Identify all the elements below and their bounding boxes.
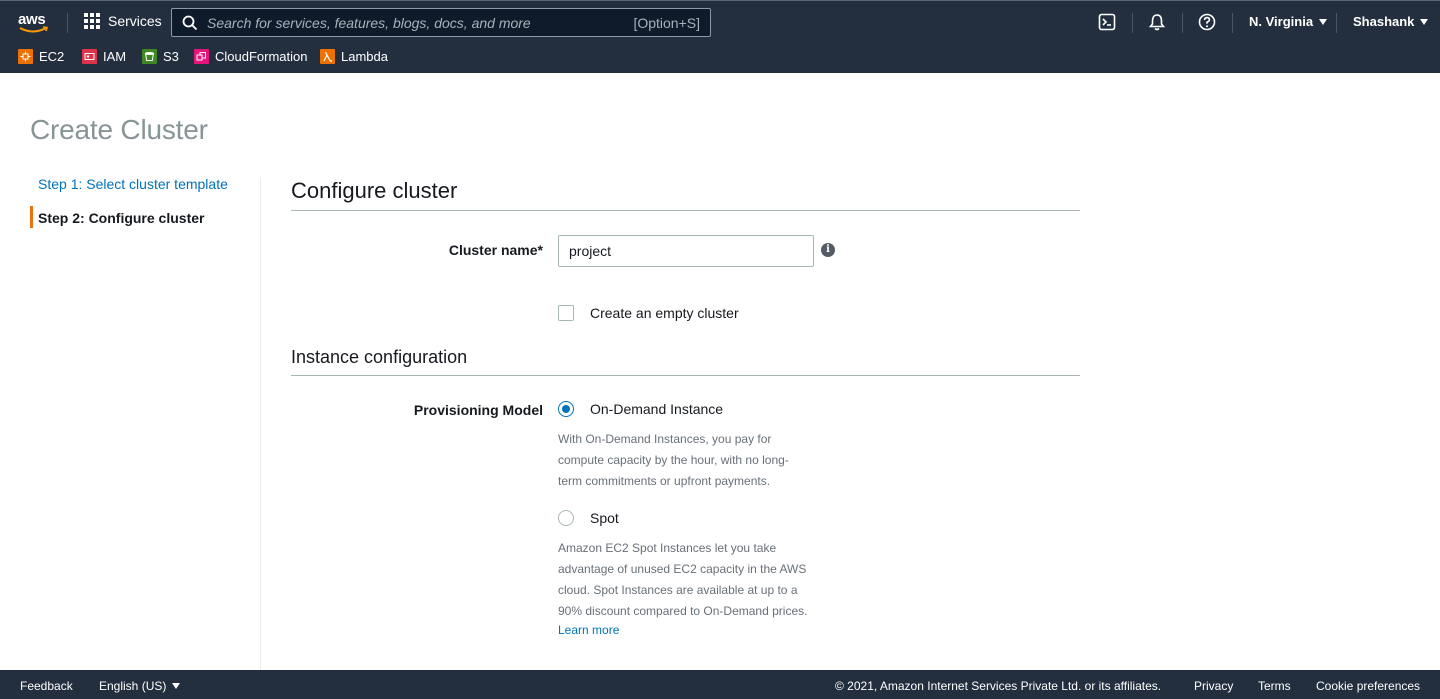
description-line: term commitments or upfront payments. (558, 474, 771, 488)
nav-divider (1132, 13, 1133, 33)
spot-radio[interactable] (558, 510, 574, 526)
favorite-label: CloudFormation (215, 49, 308, 64)
section-title: Instance configuration (291, 347, 468, 367)
provisioning-model-label: Provisioning Model (413, 402, 543, 418)
favorite-s3[interactable]: S3 (142, 49, 179, 64)
search-placeholder: Search for services, features, blogs, do… (207, 15, 531, 31)
caret-down-icon (1420, 19, 1429, 25)
cloudshell-icon[interactable] (1098, 13, 1116, 31)
favorites-bar: EC2 IAM S3 CloudFormation Lambda (0, 43, 1440, 73)
on-demand-label: On-Demand Instance (590, 401, 724, 417)
aws-logo[interactable]: aws (18, 11, 50, 35)
on-demand-description: With On-Demand Instances, you pay for co… (558, 429, 789, 492)
nav-main-row: aws Services Search for services, featur… (0, 1, 1440, 43)
description-line: With On-Demand Instances, you pay for (558, 432, 772, 446)
global-search-input[interactable]: Search for services, features, blogs, do… (171, 8, 711, 37)
description-line: compute capacity by the hour, with no lo… (558, 453, 789, 467)
favorite-label: EC2 (39, 49, 65, 64)
description-line: Amazon EC2 Spot Instances let you take (558, 541, 777, 555)
help-icon[interactable] (1198, 13, 1216, 31)
lambda-icon (320, 49, 335, 64)
cluster-name-label: Cluster name* (448, 242, 543, 258)
user-name: Shashank (1353, 14, 1415, 29)
caret-down-icon (172, 683, 181, 689)
cookie-preferences-link[interactable]: Cookie preferences (1316, 679, 1420, 693)
search-shortcut: [Option+S] (633, 15, 700, 31)
nav-divider (1182, 13, 1183, 33)
aws-smile-icon (19, 26, 49, 33)
nav-divider (67, 13, 68, 33)
learn-more-link[interactable]: Learn more (558, 623, 619, 637)
favorite-label: Lambda (341, 49, 388, 64)
caret-down-icon (1319, 19, 1328, 25)
cloudformation-icon (194, 49, 209, 64)
description-line: 90% discount compared to On-Demand price… (558, 604, 808, 618)
search-icon (182, 15, 198, 31)
region-label: N. Virginia (1249, 14, 1314, 29)
info-icon[interactable]: i (821, 243, 835, 257)
top-navigation: aws Services Search for services, featur… (0, 0, 1440, 73)
grid-menu-icon (84, 13, 100, 29)
account-menu[interactable]: Shashank (1353, 14, 1429, 29)
description-line: cloud. Spot Instances are available at u… (558, 583, 798, 597)
copyright-text: © 2021, Amazon Internet Services Private… (835, 679, 1162, 693)
favorite-label: IAM (103, 49, 127, 64)
favorite-iam[interactable]: IAM (82, 49, 126, 64)
spot-label: Spot (590, 510, 619, 526)
nav-divider (1336, 13, 1337, 33)
favorite-label: S3 (163, 49, 179, 64)
step-1-link[interactable]: Step 1: Select cluster template (30, 172, 260, 206)
region-selector[interactable]: N. Virginia (1249, 14, 1328, 29)
footer: Feedback English (US) © 2021, Amazon Int… (0, 670, 1440, 699)
language-label: English (US) (99, 679, 167, 693)
ec2-icon (18, 49, 33, 64)
cluster-name-input[interactable] (558, 235, 814, 267)
wizard-steps: Step 1: Select cluster template Step 2: … (30, 172, 260, 240)
configure-cluster-section-header: Configure cluster (291, 178, 1080, 211)
iam-icon (82, 49, 97, 64)
section-title: Configure cluster (291, 178, 458, 203)
empty-cluster-label: Create an empty cluster (590, 305, 739, 321)
privacy-link[interactable]: Privacy (1194, 679, 1233, 693)
services-label: Services (108, 13, 162, 29)
sidebar-divider (260, 177, 261, 670)
page-title: Create Cluster (30, 114, 208, 145)
instance-configuration-section-header: Instance configuration (291, 347, 1080, 376)
bell-icon[interactable] (1148, 13, 1166, 31)
on-demand-radio[interactable] (558, 401, 574, 417)
spot-description: Amazon EC2 Spot Instances let you take a… (558, 538, 807, 622)
language-selector[interactable]: English (US) (99, 679, 181, 693)
empty-cluster-checkbox[interactable] (558, 305, 574, 321)
favorite-lambda[interactable]: Lambda (320, 49, 388, 64)
favorite-cloudformation[interactable]: CloudFormation (194, 49, 308, 64)
nav-divider (1232, 13, 1233, 33)
description-line: advantage of unused EC2 capacity in the … (558, 562, 807, 576)
favorite-ec2[interactable]: EC2 (18, 49, 64, 64)
feedback-link[interactable]: Feedback (20, 679, 73, 693)
step-2-current: Step 2: Configure cluster (30, 206, 260, 240)
terms-link[interactable]: Terms (1258, 679, 1291, 693)
services-menu-button[interactable]: Services (84, 13, 162, 29)
s3-bucket-icon (142, 49, 157, 64)
